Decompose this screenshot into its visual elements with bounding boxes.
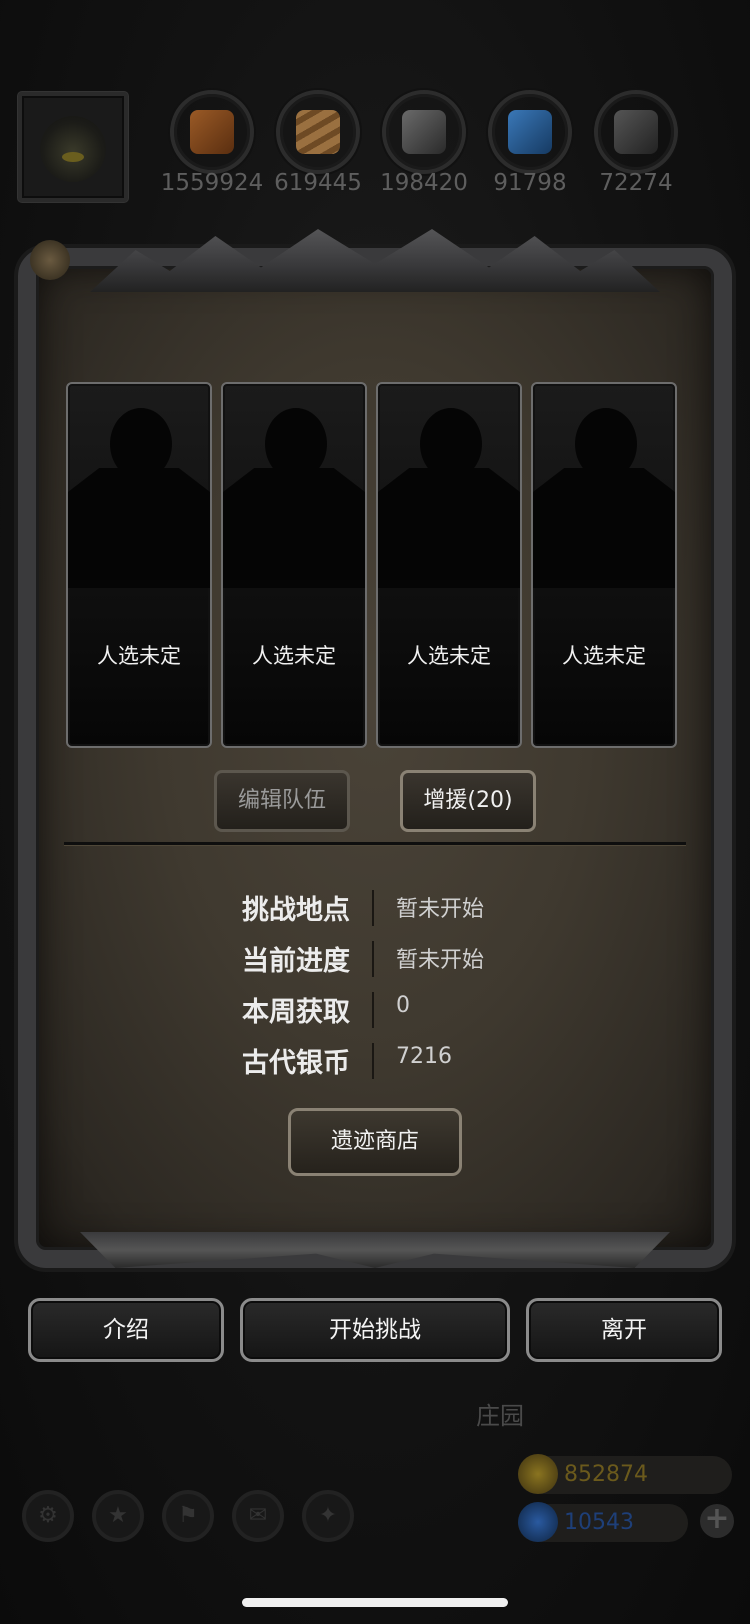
gem-value: 10543	[564, 1510, 634, 1535]
mail-icon[interactable]: ✉	[232, 1490, 284, 1542]
silhouette-body	[68, 468, 210, 588]
hero-slot-2[interactable]: 人选未定	[221, 382, 367, 748]
settings-icon[interactable]: ⚙	[22, 1490, 74, 1542]
section-divider	[64, 842, 686, 845]
meat-resource-icon	[170, 90, 254, 174]
hero-slot-4[interactable]: 人选未定	[531, 382, 677, 748]
wood-resource-icon	[276, 90, 360, 174]
home-indicator[interactable]	[242, 1598, 508, 1607]
gold-value: 852874	[564, 1462, 648, 1487]
silhouette-body	[223, 468, 365, 588]
hero-slot-label: 人选未定	[407, 644, 491, 668]
player-avatar[interactable]	[18, 92, 128, 202]
gold-coin-icon	[518, 1454, 558, 1494]
guild-icon[interactable]: ⚑	[162, 1490, 214, 1542]
info-row-weekly: 本周获取 0	[180, 990, 580, 1030]
resource-iron-count: 198420	[380, 170, 468, 196]
info-label: 当前进度	[242, 946, 350, 977]
handshake-icon[interactable]: ✦	[302, 1490, 354, 1542]
info-value: 7216	[396, 1044, 452, 1069]
hero-slot-3[interactable]: 人选未定	[376, 382, 522, 748]
info-value: 暂未开始	[396, 897, 485, 922]
silhouette-body	[533, 468, 675, 588]
hero-slot-label: 人选未定	[97, 644, 181, 668]
reinforce-button[interactable]: 增援(20)	[400, 770, 536, 832]
hero-slot-label: 人选未定	[252, 644, 336, 668]
add-gems-icon[interactable]: +	[700, 1504, 734, 1538]
gem-currency: 10543	[518, 1502, 688, 1542]
start-challenge-button[interactable]: 开始挑战	[240, 1298, 510, 1362]
crystal-resource-icon	[488, 90, 572, 174]
gem-icon	[518, 1502, 558, 1542]
info-row-location: 挑战地点 暂未开始	[180, 888, 580, 928]
info-row-silver: 古代银币 7216	[180, 1041, 580, 1081]
resource-meat-count: 1559924	[160, 170, 264, 196]
info-value: 0	[396, 993, 410, 1018]
panel-corner-gem-icon	[30, 240, 70, 280]
info-label: 古代银币	[242, 1048, 350, 1079]
hero-slot-1[interactable]: 人选未定	[66, 382, 212, 748]
avatar-portrait	[40, 116, 106, 182]
info-row-progress: 当前进度 暂未开始	[180, 939, 580, 979]
hero-slot-label: 人选未定	[562, 644, 646, 668]
resource-stone-count: 72274	[599, 170, 673, 196]
intro-button[interactable]: 介绍	[28, 1298, 224, 1362]
silhouette-body	[378, 468, 520, 588]
info-label: 挑战地点	[242, 895, 350, 926]
info-label: 本周获取	[242, 997, 350, 1028]
resource-wood-count: 619445	[274, 170, 362, 196]
edit-team-button[interactable]: 编辑队伍	[214, 770, 350, 832]
resource-crystal-count: 91798	[493, 170, 567, 196]
relic-shop-button[interactable]: 遗迹商店	[288, 1108, 462, 1176]
stone-resource-icon	[594, 90, 678, 174]
info-value: 暂未开始	[396, 948, 485, 973]
achievement-icon[interactable]: ★	[92, 1490, 144, 1542]
gold-currency: 852874	[518, 1454, 732, 1494]
panel-bottom-ornament	[80, 1232, 670, 1268]
location-label: 庄园	[476, 1402, 524, 1430]
leave-button[interactable]: 离开	[526, 1298, 722, 1362]
iron-resource-icon	[382, 90, 466, 174]
